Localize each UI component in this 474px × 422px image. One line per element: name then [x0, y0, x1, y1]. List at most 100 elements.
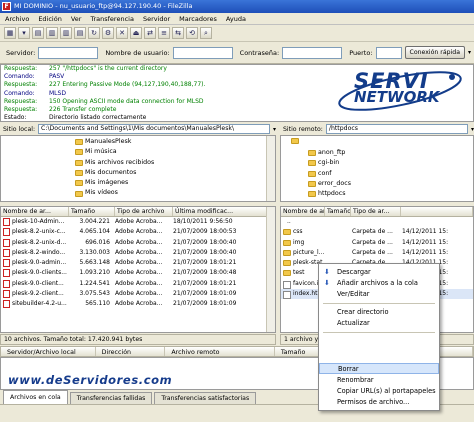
server-input[interactable] [38, 46, 99, 59]
table-cell: 3.075.543 [79, 290, 110, 298]
cancel-icon[interactable]: ✕ [116, 27, 128, 39]
table-row[interactable]: img Carpeta de ... 14/12/2011 15: [281, 238, 473, 248]
table-row[interactable]: plesk-9.0-clients... 1.093.210 Adobe Acrob… [1, 268, 275, 278]
remote-tree: anon_ftp cgi-bin conf error_docs httpdocs [280, 135, 474, 202]
menu-ayuda[interactable]: Ayuda [226, 13, 246, 24]
folder-icon [75, 170, 83, 177]
compare-icon[interactable]: ⇆ [172, 27, 184, 39]
tree-item[interactable]: Mis imágenes [75, 178, 275, 188]
refresh-icon[interactable]: ↻ [88, 27, 100, 39]
process-queue-icon[interactable]: ⚙ [102, 27, 114, 39]
log-message: MLSD [49, 89, 66, 97]
toggle-queue-icon[interactable]: ▤ [74, 27, 86, 39]
sync-browse-icon[interactable]: ⟲ [186, 27, 198, 39]
port-input[interactable] [375, 46, 402, 59]
tree-item[interactable]: error_docs [308, 179, 473, 189]
menu-archivo[interactable]: Archivo [5, 13, 29, 24]
menu-item-rename[interactable]: Renombrar [319, 375, 439, 386]
column-header[interactable]: Tamaño [69, 207, 115, 216]
tree-item[interactable]: Mi música [75, 147, 275, 157]
column-header[interactable]: Nombre de ar... [281, 207, 325, 216]
menu-ver[interactable]: Ver [71, 13, 82, 24]
quickconnect-bar: Servidor: Nombre de usuario: Contraseña:… [0, 42, 474, 64]
table-row[interactable]: picture_l... Carpeta de ... 14/12/2011 15: [281, 248, 473, 258]
table-cell: Carpeta de ... [352, 238, 393, 246]
tree-item[interactable]: Mis archivos recibidos [75, 158, 275, 168]
table-cell: Carpeta de ... [352, 228, 393, 236]
menu-transferencia[interactable]: Transferencia [90, 13, 133, 24]
menu-item-delete[interactable]: Borrar [319, 363, 439, 374]
pdf-file-icon [3, 228, 10, 237]
queue-col-direction[interactable]: Dirección [96, 347, 166, 356]
local-path-dropdown-icon[interactable]: ▾ [273, 126, 276, 133]
dropdown-arrow-icon[interactable]: ▾ [18, 27, 30, 39]
menu-item-refresh[interactable]: Actualizar [319, 318, 439, 329]
tree-item[interactable]: anon_ftp [308, 148, 473, 158]
table-row[interactable]: css Carpeta de ... 14/12/2011 15: [281, 227, 473, 237]
filter-icon[interactable]: ≡ [158, 27, 170, 39]
tree-item-label: Mis vídeos [85, 189, 118, 197]
table-row[interactable]: plesk-8.2-unix-c... 4.065.104 Adobe Acroba… [1, 227, 275, 237]
menu-item-view-edit[interactable]: Ver/Editar [319, 289, 439, 300]
table-row[interactable]: plesk-8.2-windo... 3.130.003 Adobe Acroba.… [1, 248, 275, 258]
menu-item-add-to-queue[interactable]: ⬇ Añadir archivos a la cola [319, 278, 439, 289]
column-header[interactable]: Tipo de ar... [351, 207, 401, 216]
table-cell: plesk-8.2-windo... [12, 248, 66, 256]
menu-item-file-permissions[interactable]: Permisos de archivo... [319, 397, 439, 408]
column-header[interactable]: Última modificac... [173, 207, 268, 216]
column-header[interactable]: Tamaño [325, 207, 351, 216]
download-arrow-icon: ⬇ [324, 268, 330, 276]
table-row[interactable]: sitebuilder-4.2-u... 565.110 Adobe Acroba.… [1, 299, 275, 309]
site-manager-icon[interactable]: ▦ [4, 27, 16, 39]
tab-successful-transfers[interactable]: Transferencias satisfactorias [154, 392, 257, 404]
column-header[interactable] [401, 207, 473, 216]
queue-col-remote[interactable]: Archivo remoto [165, 347, 275, 356]
password-input[interactable] [282, 46, 343, 59]
table-cell: plesk-9.2-client... [12, 290, 64, 298]
table-row[interactable]: plesk-9.0-admin... 5.663.148 Adobe Acroba.… [1, 258, 275, 268]
tab-queued-files[interactable]: Archivos en cola [3, 390, 68, 404]
menu-marcadores[interactable]: Marcadores [179, 13, 217, 24]
disconnect-icon[interactable]: ⏏ [130, 27, 142, 39]
reconnect-icon[interactable]: ⇄ [144, 27, 156, 39]
tree-item[interactable]: conf [308, 169, 473, 179]
table-row[interactable]: .. [281, 217, 473, 227]
menu-edicion[interactable]: Edición [38, 13, 62, 24]
menu-item-copy-url[interactable]: Copiar URL(s) al portapapeles [319, 386, 439, 397]
local-path-input[interactable]: C:\Documents and Settings\1\Mis document… [38, 124, 270, 134]
username-input[interactable] [172, 46, 233, 59]
menu-servidor[interactable]: Servidor [143, 13, 170, 24]
toggle-log-icon[interactable]: ▤ [32, 27, 44, 39]
quickconnect-button[interactable]: Conexión rápida [404, 46, 465, 59]
table-cell: 4.065.104 [79, 228, 110, 236]
column-header[interactable]: Tipo de archivo [115, 207, 173, 216]
toggle-remote-tree-icon[interactable]: ▥ [60, 27, 72, 39]
menu-item-create-directory[interactable]: Crear directorio [319, 307, 439, 318]
local-file-list: Nombre de ar... Tamaño Tipo de archivo Últi… [0, 206, 276, 333]
local-list-header: Nombre de ar... Tamaño Tipo de archivo Últi… [1, 207, 275, 217]
tree-item[interactable]: Mis vídeos [75, 188, 275, 198]
table-row[interactable]: plesk-8.2-unix-d... 696.016 Adobe Acroba..… [1, 238, 275, 248]
quickconnect-dropdown-icon[interactable]: ▾ [468, 49, 471, 56]
local-list-scrollbar[interactable] [266, 207, 275, 332]
folder-icon [308, 191, 316, 198]
column-header[interactable]: Nombre de ar... [1, 207, 69, 216]
local-tree-scrollbar[interactable] [266, 136, 275, 201]
table-row[interactable]: plesk-9.2-client... 3.075.543 Adobe Acroba… [1, 289, 275, 299]
tab-failed-transfers[interactable]: Transferencias fallidas [69, 392, 153, 404]
tree-item[interactable]: httpdocs [308, 189, 473, 199]
table-row[interactable]: plesk-9.0-client... 1.224.541 Adobe Acroba… [1, 279, 275, 289]
remote-path-input[interactable]: /httpdocs [325, 124, 468, 134]
tree-item[interactable]: ManualesPlesk [75, 137, 275, 147]
tree-item[interactable]: cgi-bin [308, 158, 473, 168]
menu-item-download[interactable]: ⬇ Descargar [319, 267, 439, 278]
tree-item-label: ManualesPlesk [85, 138, 132, 145]
tree-item[interactable]: Mis documentos [75, 168, 275, 178]
table-cell: sitebuilder-4.2-u... [12, 300, 67, 308]
queue-col-local[interactable]: Servidor/Archivo local [1, 347, 96, 356]
menu-bar: Archivo Edición Ver Transferencia Servid… [0, 13, 474, 25]
table-cell: 21/07/2009 18:00:40 [173, 238, 237, 246]
search-icon[interactable]: ⌕ [200, 27, 212, 39]
toggle-local-tree-icon[interactable]: ▥ [46, 27, 58, 39]
table-row[interactable]: plesk-10-Admin... 3.004.221 Adobe Acroba..… [1, 217, 275, 227]
